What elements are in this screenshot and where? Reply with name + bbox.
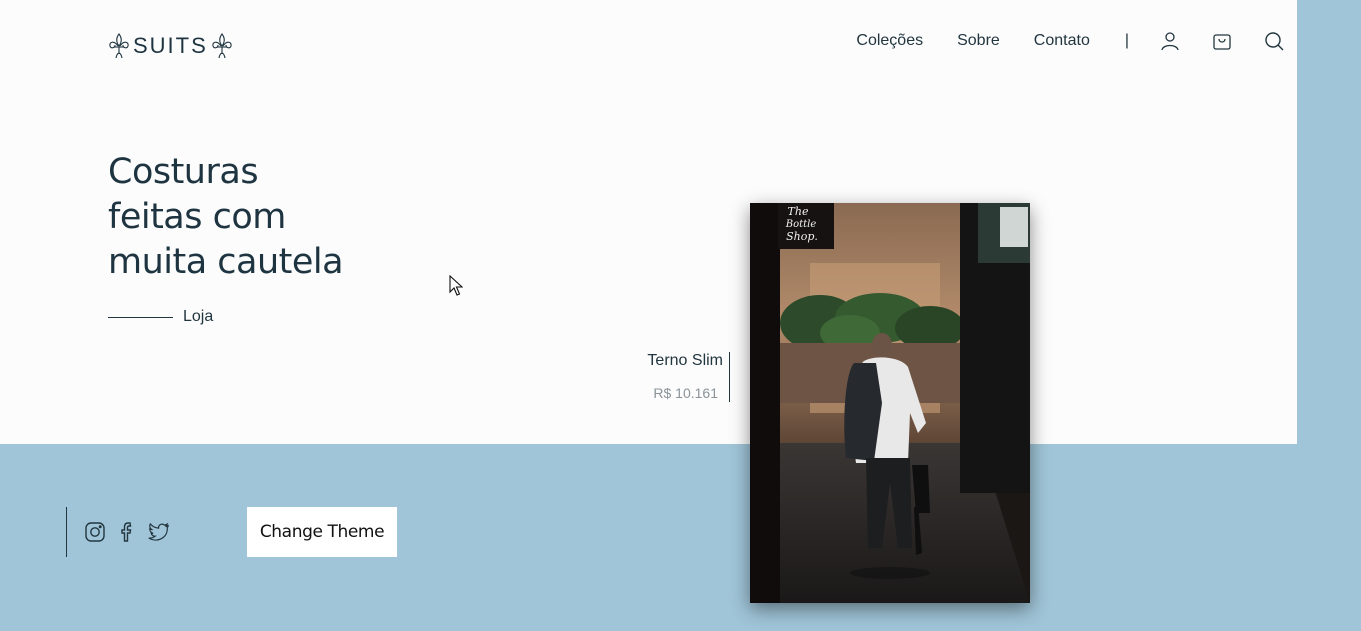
shop-link-label: Loja bbox=[183, 308, 214, 325]
nav-link-sobre[interactable]: Sobre bbox=[957, 32, 1000, 50]
nav-link-colecoes[interactable]: Coleções bbox=[856, 32, 923, 50]
hero-title-line: Costuras bbox=[108, 152, 259, 192]
sign-line: The bbox=[788, 205, 809, 218]
fleur-de-lis-icon bbox=[109, 33, 129, 59]
hero-title-line: feitas com bbox=[108, 197, 286, 237]
sign-line: Bottle bbox=[785, 219, 817, 230]
nav-link-contato[interactable]: Contato bbox=[1034, 32, 1090, 50]
main-nav: Coleções Sobre Contato | bbox=[856, 30, 1285, 52]
nav-separator: | bbox=[1124, 32, 1129, 49]
product-caption: Terno Slim R$ 10.161 bbox=[610, 352, 730, 402]
twitter-icon[interactable] bbox=[148, 521, 170, 543]
brand-logo[interactable]: SUITS bbox=[108, 32, 233, 60]
user-icon[interactable] bbox=[1159, 30, 1181, 52]
product-image[interactable]: The Bottle Shop. bbox=[750, 203, 1030, 603]
product-price: R$ 10.161 bbox=[653, 385, 718, 401]
sign-line: Shop. bbox=[786, 230, 818, 243]
product-name[interactable]: Terno Slim bbox=[610, 352, 723, 370]
shop-link[interactable]: Loja bbox=[108, 308, 213, 326]
cursor-icon bbox=[449, 275, 463, 296]
instagram-icon[interactable] bbox=[84, 521, 106, 543]
fleur-de-lis-icon bbox=[212, 33, 232, 59]
shop-link-line bbox=[108, 316, 173, 318]
hero-title-line: muita cautela bbox=[108, 242, 344, 282]
social-links bbox=[66, 507, 170, 557]
change-theme-button[interactable]: Change Theme bbox=[247, 507, 397, 557]
brand-name: SUITS bbox=[133, 33, 208, 58]
hero-title: Costuras feitas com muita cautela bbox=[108, 150, 408, 285]
bag-icon[interactable] bbox=[1211, 30, 1233, 52]
search-icon[interactable] bbox=[1263, 30, 1285, 52]
facebook-icon[interactable] bbox=[116, 521, 138, 543]
